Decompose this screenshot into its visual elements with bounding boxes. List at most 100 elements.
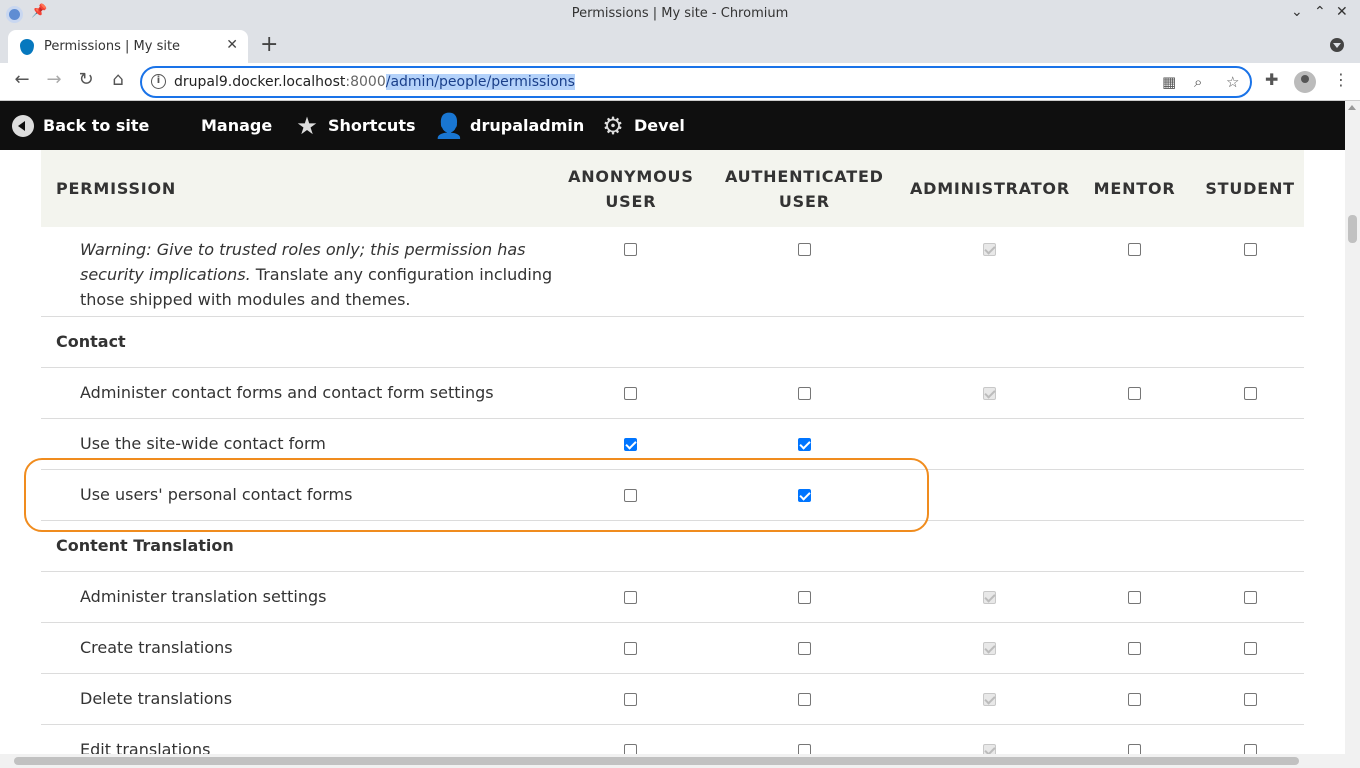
reload-button[interactable]: ↻ — [74, 69, 98, 90]
devel-menu[interactable]: ⚙ Devel — [601, 101, 685, 150]
horizontal-scroll-thumb[interactable] — [14, 757, 1299, 765]
checkbox-anonymous[interactable] — [624, 243, 638, 256]
checkbox-mentor[interactable] — [1128, 387, 1142, 400]
checkbox-anonymous[interactable] — [624, 744, 638, 754]
user-label: drupaladmin — [470, 116, 585, 135]
shortcuts-label: Shortcuts — [328, 116, 416, 135]
checkbox-anonymous[interactable] — [624, 387, 638, 400]
close-tab-icon[interactable]: ✕ — [226, 37, 238, 53]
bookmark-star-icon[interactable]: ☆ — [1226, 73, 1239, 91]
hamburger-icon — [168, 115, 192, 137]
checkbox-student[interactable] — [1243, 243, 1257, 256]
extensions-icon[interactable]: ✚ — [1265, 70, 1278, 89]
zoom-icon[interactable]: ⌕ — [1194, 73, 1202, 91]
devel-label: Devel — [634, 116, 685, 135]
permission-name: Administer translation settings — [41, 571, 560, 623]
address-bar[interactable]: i drupal9.docker.localhost:8000/admin/pe… — [140, 66, 1252, 98]
checkbox-anonymous[interactable] — [624, 438, 638, 451]
permission-name: Create translations — [41, 622, 560, 674]
checkbox-authenticated[interactable] — [797, 438, 811, 451]
tab-search-icon[interactable] — [1330, 38, 1344, 52]
checkbox-administrator — [983, 591, 997, 604]
table-header-row: PERMISSION ANONYMOUS USER AUTHENTICATED US… — [41, 150, 1304, 227]
checkbox-mentor[interactable] — [1128, 744, 1142, 754]
browser-menu-icon[interactable]: ⋮ — [1333, 70, 1349, 89]
close-window-icon[interactable]: ✕ — [1336, 4, 1348, 20]
gear-icon: ⚙ — [602, 111, 624, 140]
drupal-admin-toolbar: Back to site Manage ★ Shortcuts 👤 drupal… — [0, 101, 1345, 150]
back-to-site-label: Back to site — [43, 116, 150, 135]
minimize-icon[interactable]: ⌄ — [1291, 4, 1303, 20]
checkbox-authenticated[interactable] — [797, 489, 811, 502]
table-row: Edit translations — [41, 724, 1304, 754]
checkbox-authenticated[interactable] — [797, 591, 811, 604]
horizontal-scrollbar[interactable] — [0, 754, 1345, 768]
checkbox-authenticated[interactable] — [797, 642, 811, 655]
shortcuts-menu[interactable]: ★ Shortcuts — [295, 101, 416, 150]
permission-name: Edit translations — [41, 724, 560, 754]
module-name: Content Translation — [41, 520, 1304, 572]
header-anonymous: ANONYMOUS USER — [568, 166, 694, 211]
browser-toolbar: ← → ↻ ⌂ i drupal9.docker.localhost:8000/… — [0, 63, 1360, 101]
back-arrow-icon — [12, 114, 34, 137]
header-administrator: ADMINISTRATOR — [909, 179, 1070, 198]
qr-code-icon[interactable]: ▦ — [1162, 73, 1176, 91]
checkbox-mentor[interactable] — [1128, 642, 1142, 655]
vertical-scrollbar[interactable] — [1345, 101, 1360, 754]
new-tab-button[interactable]: + — [260, 32, 278, 57]
checkbox-administrator — [983, 693, 997, 706]
checkbox-anonymous[interactable] — [624, 693, 638, 706]
checkbox-authenticated[interactable] — [797, 744, 811, 754]
user-icon: 👤 — [434, 111, 464, 140]
checkbox-anonymous[interactable] — [624, 591, 638, 604]
header-mentor: MENTOR — [1093, 179, 1176, 198]
star-icon: ★ — [296, 111, 318, 140]
permission-name: Administer contact forms and contact for… — [41, 367, 560, 419]
profile-avatar[interactable] — [1294, 71, 1316, 93]
table-row: Delete translations — [41, 673, 1304, 725]
tab-permissions[interactable]: Permissions | My site ✕ — [8, 30, 248, 63]
permissions-table: PERMISSION ANONYMOUS USER AUTHENTICATED US… — [41, 150, 1304, 754]
permissions-page: PERMISSION ANONYMOUS USER AUTHENTICATED US… — [0, 150, 1345, 754]
permission-name: Delete translations — [41, 673, 560, 725]
checkbox-student[interactable] — [1243, 642, 1257, 655]
module-row-content-translation: Content Translation — [41, 520, 1304, 572]
table-row: Warning: Give to trusted roles only; thi… — [41, 227, 1304, 317]
site-info-icon[interactable]: i — [151, 74, 166, 89]
scroll-up-icon[interactable] — [1348, 105, 1356, 110]
checkbox-student[interactable] — [1243, 591, 1257, 604]
manage-menu[interactable]: Manage — [168, 101, 272, 150]
checkbox-mentor[interactable] — [1128, 243, 1142, 256]
table-row: Use the site-wide contact form — [41, 418, 1304, 470]
vertical-scroll-thumb[interactable] — [1348, 215, 1357, 243]
back-to-site-link[interactable]: Back to site — [12, 101, 149, 150]
checkbox-anonymous[interactable] — [624, 489, 638, 502]
manage-label: Manage — [201, 116, 273, 135]
table-row: Use users' personal contact forms — [41, 469, 1304, 521]
permission-description: Warning: Give to trusted roles only; thi… — [41, 227, 560, 317]
module-row-contact: Contact — [41, 316, 1304, 368]
home-button[interactable]: ⌂ — [106, 69, 130, 90]
user-menu[interactable]: 👤 drupaladmin — [434, 101, 585, 150]
scrollbar-corner — [1345, 754, 1360, 768]
checkbox-student[interactable] — [1243, 387, 1257, 400]
checkbox-authenticated[interactable] — [797, 693, 811, 706]
back-button[interactable]: ← — [10, 69, 34, 90]
checkbox-anonymous[interactable] — [624, 642, 638, 655]
drupal-favicon-icon — [20, 39, 34, 55]
url-text[interactable]: drupal9.docker.localhost:8000/admin/peop… — [174, 74, 575, 90]
forward-button[interactable]: → — [42, 69, 66, 90]
window-title: Permissions | My site - Chromium — [571, 6, 789, 21]
permission-name: Use users' personal contact forms — [41, 469, 560, 521]
checkbox-authenticated[interactable] — [797, 243, 811, 256]
maximize-icon[interactable]: ⌃ — [1314, 4, 1326, 20]
checkbox-student[interactable] — [1243, 693, 1257, 706]
header-authenticated: AUTHENTICATED USER — [724, 166, 884, 211]
checkbox-mentor[interactable] — [1128, 693, 1142, 706]
checkbox-student[interactable] — [1243, 744, 1257, 754]
checkbox-authenticated[interactable] — [797, 387, 811, 400]
checkbox-mentor[interactable] — [1128, 591, 1142, 604]
table-row: Administer translation settings — [41, 571, 1304, 623]
checkbox-administrator — [983, 243, 997, 256]
permission-name: Use the site-wide contact form — [41, 418, 560, 470]
